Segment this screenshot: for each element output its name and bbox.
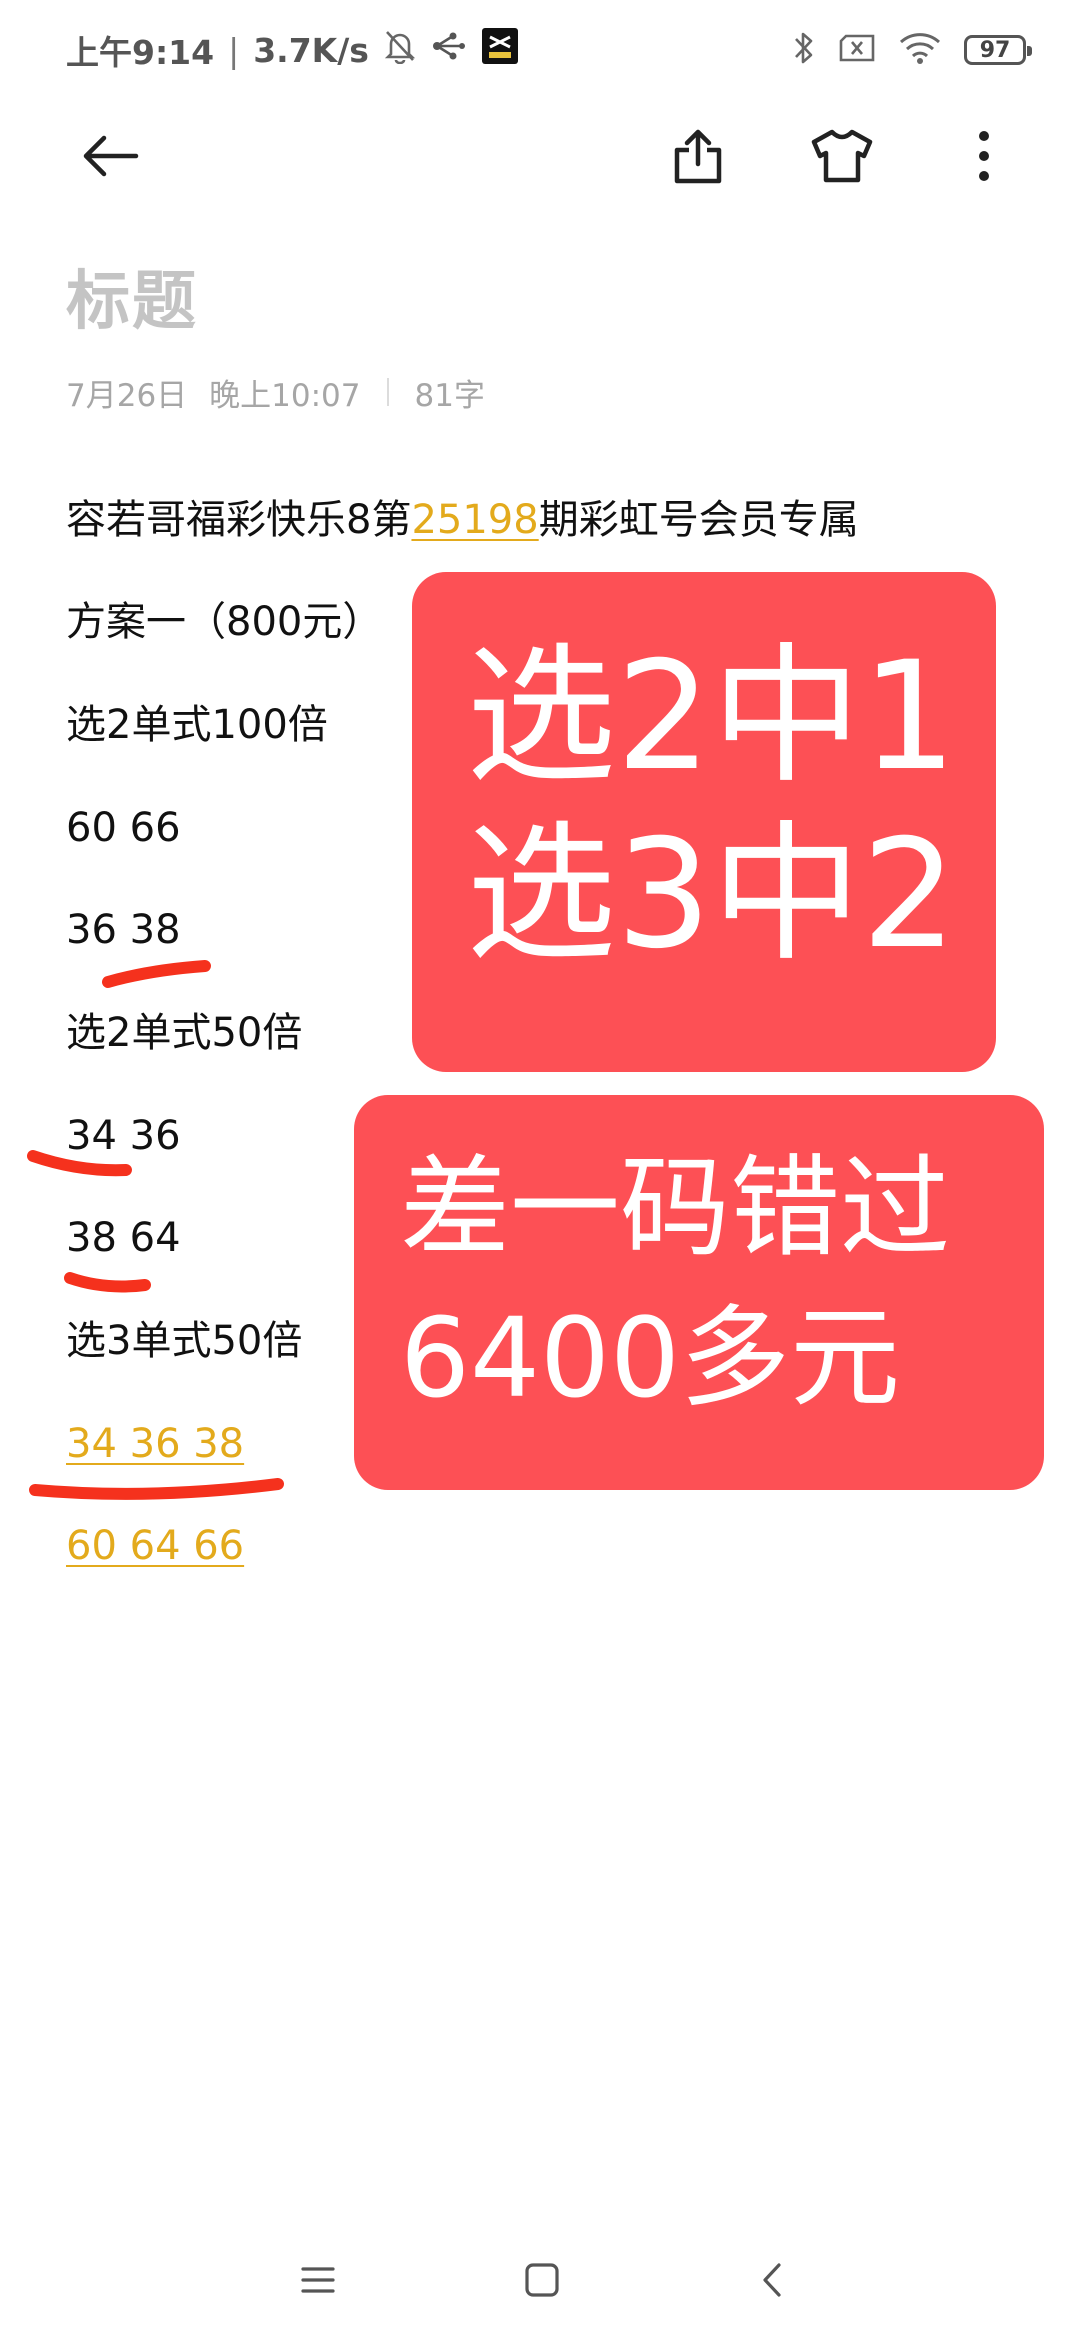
- note-time: 晚上10:07: [209, 377, 361, 414]
- back-button[interactable]: [62, 110, 158, 206]
- overlay-line: 差一码错过: [400, 1144, 950, 1272]
- number-link[interactable]: 34 36 38: [66, 1421, 244, 1467]
- meta-divider: [386, 378, 389, 406]
- battery-icon: 97: [964, 35, 1032, 65]
- note-line: 选2单式100倍: [66, 702, 328, 748]
- number-link[interactable]: 60 64 66: [66, 1523, 244, 1569]
- red-stroke: [64, 1272, 151, 1293]
- recent-apps-button[interactable]: [270, 2242, 366, 2322]
- share-button[interactable]: [650, 110, 746, 206]
- menu-icon: [300, 2264, 336, 2300]
- bluetooth-icon: [792, 29, 816, 71]
- status-bar: 上午9:14 | 3.7K/s 97: [0, 0, 1080, 100]
- issue-number-link[interactable]: 25198: [411, 497, 538, 543]
- status-divider: |: [228, 30, 240, 70]
- more-vertical-icon: [976, 128, 992, 188]
- note-date: 7月26日: [66, 377, 188, 414]
- note-line: 选2单式50倍: [66, 1010, 303, 1056]
- overlay-line: 6400多元: [400, 1294, 900, 1422]
- note-line: 60 64 66: [66, 1522, 244, 1570]
- note-line: 36 38: [66, 907, 181, 953]
- note-line: 60 66: [66, 805, 181, 851]
- note-line: 容若哥福彩快乐8第25198期彩虹号会员专属: [66, 496, 859, 544]
- overlay-card-missed: 差一码错过 6400多元: [354, 1095, 1044, 1490]
- status-time: 上午9:14: [66, 33, 215, 72]
- back-chevron-icon: [760, 2261, 784, 2303]
- overlay-line: 选3中2: [466, 808, 957, 982]
- capcut-app-icon: [481, 27, 519, 73]
- nav-back-button[interactable]: [724, 2242, 820, 2322]
- home-button[interactable]: [494, 2242, 590, 2322]
- red-stroke: [29, 1478, 284, 1500]
- battery-level: 97: [979, 37, 1011, 63]
- status-right: 97: [792, 26, 1032, 74]
- theme-shirt-icon: [810, 128, 874, 188]
- note-line: 38 64: [66, 1215, 181, 1261]
- theme-button[interactable]: [794, 110, 890, 206]
- sim-error-icon: [838, 33, 876, 67]
- network-speed: 3.7K/s: [253, 30, 369, 70]
- overlay-card-hits: 选2中1 选3中2: [412, 572, 996, 1072]
- note-line: 选3单式50倍: [66, 1318, 303, 1364]
- home-square-icon: [524, 2262, 560, 2302]
- red-stroke: [102, 960, 211, 988]
- line-text: 容若哥福彩快乐8第: [66, 497, 412, 543]
- share-icon: [671, 126, 725, 190]
- note-line: 方案一（800元）: [66, 599, 383, 645]
- mute-bell-icon: [383, 28, 417, 72]
- wifi-icon: [898, 31, 942, 69]
- note-title-input[interactable]: 标题: [66, 250, 198, 342]
- more-options-button[interactable]: [936, 110, 1032, 206]
- back-arrow-icon: [78, 132, 142, 184]
- note-meta: 7月26日 晚上10:07 81字: [66, 372, 485, 414]
- share-network-icon: [431, 30, 467, 70]
- status-left: 上午9:14 | 3.7K/s: [66, 28, 519, 72]
- note-char-count: 81字: [414, 377, 485, 414]
- note-line: 34 36 38: [66, 1420, 244, 1468]
- overlay-line: 选2中1: [466, 630, 957, 804]
- line-text: 期彩虹号会员专属: [538, 497, 859, 543]
- note-line: 34 36: [66, 1113, 181, 1159]
